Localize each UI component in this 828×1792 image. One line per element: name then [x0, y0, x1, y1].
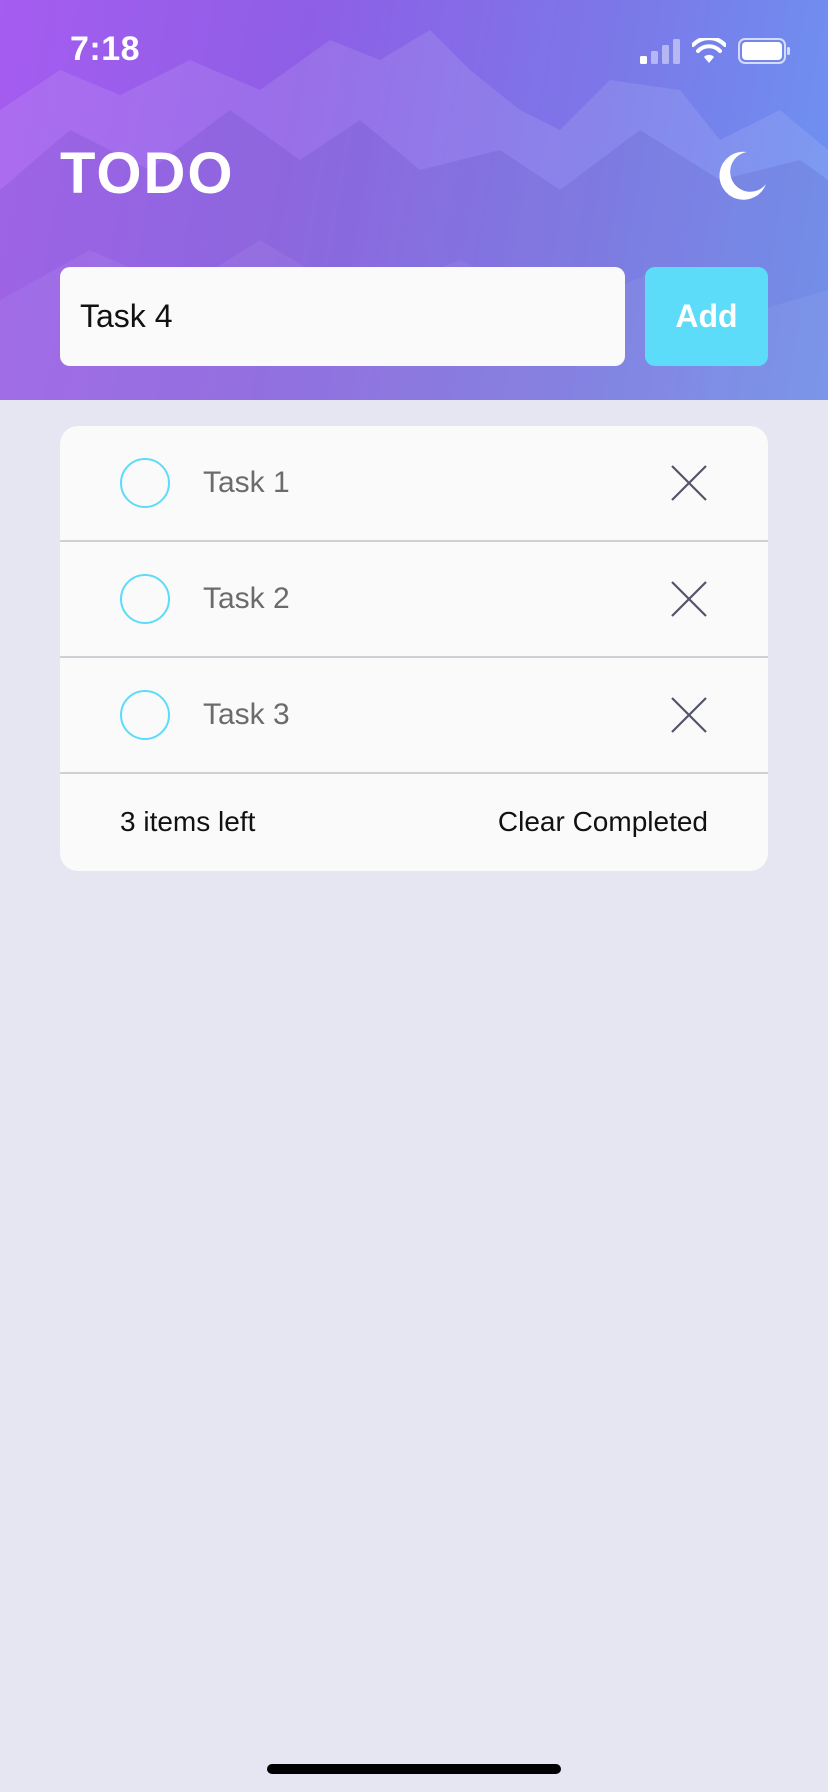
list-footer: 3 items left Clear Completed — [60, 774, 768, 870]
wifi-icon — [692, 38, 726, 63]
task-row: Task 1 — [60, 426, 768, 542]
task-checkbox[interactable] — [120, 690, 170, 740]
delete-task-icon[interactable] — [670, 580, 708, 618]
task-checkbox[interactable] — [120, 458, 170, 508]
moon-icon — [719, 151, 766, 200]
items-left-count: 3 items left — [120, 806, 256, 837]
task-label: Task 2 — [203, 582, 290, 615]
task-row: Task 2 — [60, 542, 768, 658]
clear-completed-button[interactable]: Clear Completed — [498, 806, 708, 838]
task-row: Task 3 — [60, 658, 768, 774]
home-indicator[interactable] — [267, 1764, 561, 1774]
add-button[interactable]: Add — [645, 267, 768, 366]
task-label: Task 3 — [203, 698, 290, 731]
task-checkbox[interactable] — [120, 574, 170, 624]
battery-icon — [738, 38, 790, 64]
task-list: Task 1 Task 2 Task 3 3 items left Clear … — [60, 426, 768, 871]
status-time: 7:18 — [70, 30, 141, 68]
theme-toggle-button[interactable] — [716, 150, 768, 202]
app-title: TODO — [60, 141, 235, 206]
task-label: Task 1 — [203, 466, 290, 499]
status-bar: 7:18 — [0, 0, 828, 100]
header-banner: 7:18 TODO Add — [0, 0, 828, 400]
status-icons — [640, 36, 792, 66]
signal-icon — [640, 39, 680, 64]
delete-task-icon[interactable] — [670, 464, 708, 502]
delete-task-icon[interactable] — [670, 696, 708, 734]
new-task-input[interactable] — [60, 267, 625, 366]
